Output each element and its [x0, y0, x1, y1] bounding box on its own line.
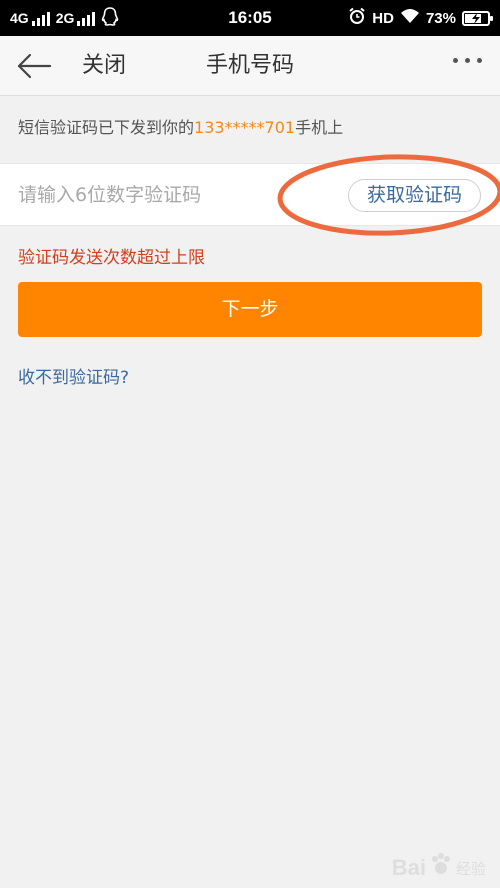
baidu-watermark: Bai 经验 [392, 852, 486, 884]
signal-icon [77, 12, 96, 26]
paw-icon [428, 852, 454, 884]
watermark-text: Bai [391, 855, 426, 880]
sms-sent-info: 短信验证码已下发到你的133*****701手机上 [18, 114, 343, 138]
status-bar: 4G 2G 16:05 HD 73% [0, 0, 500, 36]
network-2g: 2G [56, 10, 96, 26]
error-message: 验证码发送次数超过上限 [18, 248, 205, 268]
more-button[interactable] [453, 58, 482, 63]
no-code-help-link[interactable]: 收不到验证码? [18, 363, 129, 388]
masked-phone-number: 133*****701 [194, 118, 296, 137]
battery-icon [462, 10, 493, 26]
more-dots-icon [453, 58, 482, 63]
status-right: HD 73% [348, 0, 493, 36]
status-left: 4G 2G [10, 0, 119, 36]
network-2g-label: 2G [55, 10, 75, 26]
network-4g-label: 4G [10, 10, 29, 26]
signal-icon [31, 12, 50, 26]
qq-icon [101, 6, 119, 30]
back-button[interactable] [14, 48, 54, 84]
back-arrow-icon [17, 53, 52, 79]
battery-percent: 73% [425, 9, 456, 27]
network-4g: 4G [10, 10, 50, 26]
info-suffix: 手机上 [295, 118, 344, 137]
verification-code-row: 获取验证码 [0, 163, 500, 226]
watermark-suffix: 经验 [455, 860, 486, 878]
next-step-button[interactable]: 下一步 [18, 282, 482, 337]
info-prefix: 短信验证码已下发到你的 [18, 118, 195, 137]
nav-header: 关闭 手机号码 [0, 36, 500, 96]
wifi-icon [400, 8, 420, 28]
close-button[interactable]: 关闭 [82, 36, 126, 96]
hd-label: HD [372, 9, 394, 27]
page-title: 手机号码 [205, 53, 294, 78]
verification-code-input[interactable] [18, 164, 318, 225]
alarm-icon [348, 7, 366, 29]
get-code-button[interactable]: 获取验证码 [348, 179, 481, 212]
